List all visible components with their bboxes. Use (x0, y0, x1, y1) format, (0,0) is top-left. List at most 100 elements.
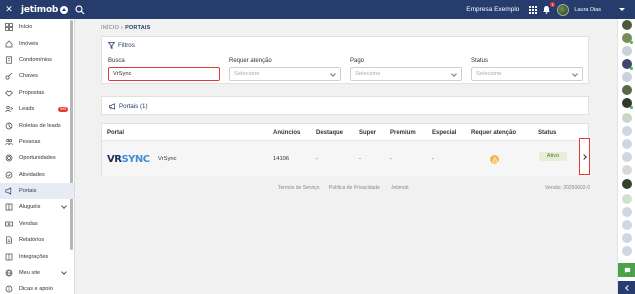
sidebar-item-label: Propostas (19, 89, 45, 96)
user-name[interactable]: Laura Dias (574, 7, 601, 13)
sidebar-item-label: Atividades (19, 171, 45, 178)
chat-button[interactable] (618, 263, 635, 277)
brand-logo-icon (60, 5, 69, 14)
sidebar-item-propostas[interactable]: Propostas (0, 85, 74, 101)
attention-select-placeholder: Selecione (234, 71, 260, 77)
contact-avatar[interactable] (622, 246, 632, 256)
globe-icon (5, 269, 13, 277)
footer-brand-link[interactable]: Jetimob (391, 185, 409, 191)
online-status-icon (630, 41, 633, 44)
check-circle-icon (5, 171, 13, 179)
sidebar-item-leads[interactable]: Leads 999 (0, 101, 74, 117)
premium-value: - (390, 156, 392, 162)
search-icon[interactable] (75, 4, 85, 15)
attention-select[interactable]: Selecione (229, 67, 341, 81)
sidebar-item-label: Aluguéis (19, 204, 41, 211)
user-menu-caret-icon[interactable] (619, 8, 625, 11)
contact-avatar[interactable] (622, 46, 632, 56)
contact-avatar[interactable] (622, 152, 632, 162)
sidebar-item-portais[interactable]: Portais (0, 182, 74, 200)
portals-header-card: Portais (1) (101, 96, 589, 115)
sidebar: Início Imóveis Condomínios Chaves Propostas L… (0, 19, 75, 294)
vrsync-logo-sync: SYNC (121, 154, 150, 165)
portals-title: Portais (1) (119, 103, 148, 110)
search-input[interactable]: VrSync (108, 67, 220, 81)
close-icon[interactable]: ✕ (0, 0, 18, 19)
special-value: - (432, 156, 434, 162)
sidebar-item-label: Pessoas (19, 138, 41, 145)
target-icon (5, 154, 13, 162)
sidebar-item-condominios[interactable]: Condomínios (0, 52, 74, 68)
col-header-status: Status (538, 130, 557, 136)
contact-avatar[interactable] (622, 207, 632, 217)
contact-avatar[interactable] (622, 72, 632, 82)
contact-avatar[interactable] (622, 126, 632, 136)
brand-logo[interactable]: jetimob (21, 4, 69, 15)
notifications-bell-icon[interactable]: 1 (542, 2, 556, 14)
col-header-attention: Requer atenção (471, 130, 517, 136)
breadcrumb: INÍCIO › PORTAIS (101, 25, 151, 31)
contact-avatar[interactable] (622, 194, 632, 204)
sidebar-item-label: Chaves (19, 73, 38, 80)
sidebar-item-label: Imóveis (19, 40, 39, 47)
chevron-right-icon (580, 153, 587, 160)
footer-version: Versão: 20250602-0 (545, 185, 591, 191)
sidebar-item-roletas-de-leads[interactable]: Roletas de leads (0, 117, 74, 133)
status-select-placeholder: Selecione (476, 71, 502, 77)
company-name[interactable]: Empresa Exemplo (466, 6, 519, 13)
sidebar-item-meu-site[interactable]: Meu site (0, 265, 74, 281)
col-header-portal: Portal (107, 130, 125, 136)
footer-terms-link[interactable]: Termos de Serviço (278, 185, 319, 191)
sidebar-item-pessoas[interactable]: Pessoas (0, 134, 74, 150)
sidebar-item-inicio[interactable]: Início (0, 19, 74, 35)
integration-icon (5, 253, 13, 261)
report-icon (5, 236, 13, 244)
brand-name: jetimob (21, 4, 59, 15)
footer-privacy-link[interactable]: Política de Privacidade (329, 185, 380, 191)
sidebar-item-label: Portais (19, 188, 37, 195)
sidebar-item-relatorios[interactable]: Relatórios (0, 232, 74, 248)
contact-avatar[interactable] (622, 85, 632, 95)
sidebar-item-atividades[interactable]: Atividades (0, 167, 74, 183)
leads-count-badge: 999 (58, 106, 68, 112)
contact-avatar[interactable] (622, 113, 632, 123)
chevron-down-icon (451, 70, 457, 77)
contact-avatar[interactable] (622, 220, 632, 230)
collapse-rail-button[interactable] (618, 281, 635, 294)
table-row[interactable]: VRSYNC VrSync 14106 - - - - Ativo (102, 138, 590, 176)
grid-icon (5, 23, 13, 32)
sidebar-item-imoveis[interactable]: Imóveis (0, 35, 74, 51)
paid-label: Pago (350, 58, 365, 64)
search-input-value: VrSync (113, 71, 132, 77)
contact-avatar[interactable] (622, 233, 632, 243)
sidebar-item-label: Oportunidades (19, 155, 56, 162)
sidebar-item-dicas-e-apoio[interactable]: Dicas e apoio (0, 281, 74, 294)
sidebar-item-alugueis[interactable]: Aluguéis (0, 199, 74, 215)
ads-count: 14106 (273, 156, 290, 162)
row-open-button[interactable] (579, 138, 590, 175)
status-select[interactable]: Selecione (471, 67, 583, 81)
user-avatar[interactable] (557, 3, 570, 16)
portal-name: VrSync (158, 156, 177, 162)
filter-icon (108, 42, 115, 49)
col-header-premium: Premium (390, 130, 416, 136)
filters-card: Filtros Busca VrSync Requer atenção Sele… (101, 36, 589, 84)
warning-icon (490, 155, 499, 164)
col-header-special: Especial (432, 130, 457, 136)
portals-header: Portais (1) (109, 103, 148, 110)
sidebar-item-integracoes[interactable]: Integrações (0, 248, 74, 264)
contact-avatar[interactable] (622, 20, 632, 30)
sidebar-item-oportunidades[interactable]: Oportunidades (0, 150, 74, 166)
chevron-down-icon (330, 70, 336, 77)
filters-header[interactable]: Filtros (108, 42, 135, 49)
contact-avatar[interactable] (622, 179, 632, 189)
contact-avatar[interactable] (622, 139, 632, 149)
sidebar-item-chaves[interactable]: Chaves (0, 68, 74, 84)
apps-grid-icon[interactable] (529, 5, 538, 14)
filters-title: Filtros (118, 42, 135, 49)
breadcrumb-home[interactable]: INÍCIO (101, 25, 119, 31)
paid-select[interactable]: Selecione (350, 67, 462, 81)
sidebar-item-vendas[interactable]: Vendas (0, 216, 74, 232)
breadcrumb-separator-icon: › (121, 25, 124, 31)
contact-avatar[interactable] (622, 165, 632, 175)
